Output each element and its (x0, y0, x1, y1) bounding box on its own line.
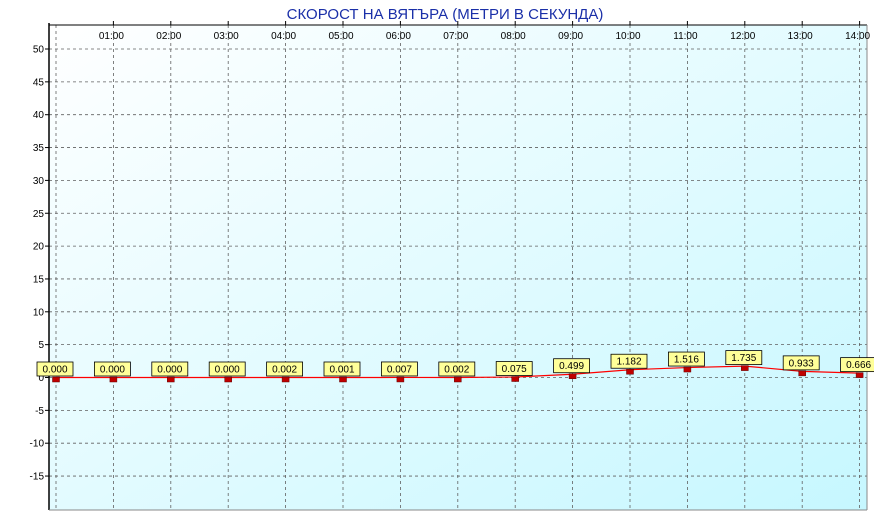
data-label: 0.000 (100, 365, 125, 376)
data-label: 0.000 (157, 365, 182, 376)
data-label: 0.001 (329, 364, 354, 375)
y-tick-label: 45 (33, 77, 45, 88)
data-point-marker (798, 370, 806, 377)
data-point-marker (454, 376, 462, 383)
x-tick-label: 14:00 (845, 31, 870, 42)
chart-title: СКОРОСТ НА ВЯТЪРА (МЕТРИ В СЕКУНДА) (287, 6, 604, 23)
data-point-marker (167, 376, 175, 383)
x-tick-label: 11:00 (673, 31, 698, 42)
data-point-marker (109, 376, 118, 383)
y-tick-label: -10 (30, 439, 45, 450)
data-point-marker (568, 373, 577, 379)
data-point-marker (741, 365, 749, 371)
y-tick-label: 40 (33, 110, 45, 121)
y-tick-label: 30 (33, 176, 45, 187)
data-point-marker (855, 372, 864, 378)
data-point-marker (281, 376, 290, 383)
x-tick-label: 06:00 (386, 31, 411, 42)
data-point-marker (396, 376, 405, 383)
data-point-marker (511, 376, 519, 382)
x-tick-label: 12:00 (730, 31, 755, 42)
data-label: 1.516 (674, 355, 699, 366)
y-tick-label: 10 (33, 307, 45, 318)
data-label: 0.075 (502, 364, 527, 375)
y-tick-label: -15 (30, 472, 45, 483)
x-tick-label: 08:00 (501, 31, 526, 42)
y-tick-label: 20 (33, 242, 45, 253)
data-point-marker (224, 376, 232, 383)
data-label: 0.002 (444, 364, 469, 375)
data-point-marker (339, 376, 347, 383)
x-tick-label: 04:00 (271, 31, 296, 42)
data-label: 0.933 (789, 358, 814, 369)
data-point-marker (52, 376, 60, 383)
x-tick-label: 03:00 (214, 31, 239, 42)
x-tick-label: 13:00 (788, 31, 813, 42)
x-tick-label: 05:00 (328, 31, 353, 42)
y-tick-label: 25 (33, 209, 45, 220)
x-tick-label: 09:00 (558, 31, 583, 42)
data-label: 0.007 (387, 364, 412, 375)
data-label: 0.002 (272, 364, 297, 375)
data-label: 1.182 (616, 357, 641, 368)
data-label: 0.666 (846, 360, 871, 371)
wind-speed-chart: 50454035302520151050-5-10-1501:00 02:00 03… (30, 6, 874, 511)
y-tick-label: -5 (35, 406, 44, 417)
x-tick-label: 01:00 (99, 31, 124, 42)
data-point-marker (683, 366, 692, 373)
data-label: 0.000 (42, 365, 67, 376)
y-tick-label: 35 (33, 143, 45, 154)
data-label: 0.000 (215, 365, 240, 376)
data-point-marker (626, 368, 634, 375)
data-label: 0.499 (559, 361, 584, 372)
x-tick-label: 02:00 (156, 31, 181, 42)
y-tick-label: 15 (33, 274, 45, 285)
y-tick-label: 50 (33, 45, 45, 56)
data-label: 1.735 (731, 353, 756, 364)
x-tick-label: 10:00 (615, 31, 640, 42)
y-tick-label: 5 (38, 340, 44, 351)
x-tick-label: 07:00 (443, 31, 468, 42)
